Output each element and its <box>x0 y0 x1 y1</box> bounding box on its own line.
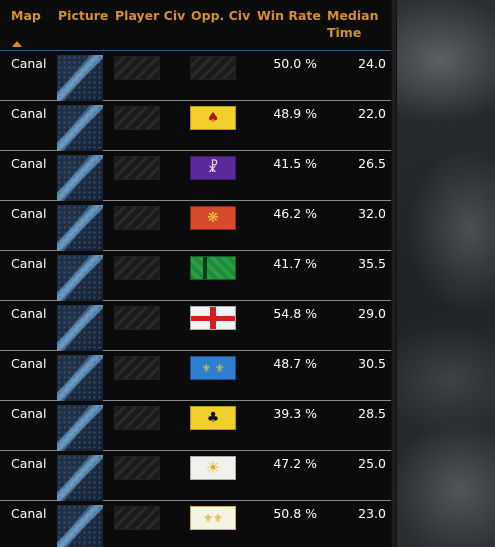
map-name: Canal <box>11 206 47 221</box>
player-civ-flag-blank <box>114 256 160 280</box>
player-civ-flag-blank <box>114 506 160 530</box>
scrollbar-thumb[interactable] <box>392 0 396 547</box>
yellow-double-eagle-flag-icon: ♣ <box>190 406 236 430</box>
map-picture-canal <box>57 455 103 501</box>
column-header-picture[interactable]: Picture <box>58 7 108 24</box>
player-civ-flag-blank <box>114 156 160 180</box>
table-row[interactable]: Canal 41.7 % 35.5 <box>0 251 391 301</box>
player-civ-flag-blank <box>114 356 160 380</box>
table-header: Map Picture Player Civ Opp. Civ Win Rate… <box>0 0 391 51</box>
column-header-opp-civ[interactable]: Opp. Civ <box>191 7 250 24</box>
map-picture-canal <box>57 55 103 101</box>
win-rate-value: 50.0 % <box>273 56 317 71</box>
map-picture-canal <box>57 255 103 301</box>
white-sun-flag-icon: ☀ <box>190 456 236 480</box>
win-rate-value: 47.2 % <box>273 456 317 471</box>
column-header-median-time[interactable]: Median Time <box>327 7 378 41</box>
table-row[interactable]: Canal ♣ 39.3 % 28.5 <box>0 401 391 451</box>
green-striped-flag-icon <box>190 256 236 280</box>
map-picture-canal <box>57 205 103 251</box>
player-civ-flag-blank <box>114 106 160 130</box>
sort-ascending-icon <box>12 41 22 47</box>
median-time-value: 23.0 <box>358 506 386 521</box>
win-rate-value: 39.3 % <box>273 406 317 421</box>
win-rate-value: 48.7 % <box>273 356 317 371</box>
table-row[interactable]: Canal 54.8 % 29.0 <box>0 301 391 351</box>
map-name: Canal <box>11 256 47 271</box>
win-rate-value: 46.2 % <box>273 206 317 221</box>
opp-civ-flag-blank <box>190 56 236 80</box>
win-rate-value: 41.7 % <box>273 256 317 271</box>
table-row[interactable]: Canal ⚜ ⚜ 48.7 % 30.5 <box>0 351 391 401</box>
player-civ-flag-blank <box>114 56 160 80</box>
map-name: Canal <box>11 306 47 321</box>
st-george-cross-flag-icon <box>190 306 236 330</box>
map-name: Canal <box>11 106 47 121</box>
column-header-win-rate[interactable]: Win Rate <box>257 7 321 24</box>
median-time-value: 24.0 <box>358 56 386 71</box>
map-name: Canal <box>11 406 47 421</box>
median-time-value: 26.5 <box>358 156 386 171</box>
map-picture-canal <box>57 155 103 201</box>
win-rate-value: 41.5 % <box>273 156 317 171</box>
stats-table-panel: Map Picture Player Civ Opp. Civ Win Rate… <box>0 0 391 547</box>
player-civ-flag-blank <box>114 206 160 230</box>
map-name: Canal <box>11 356 47 371</box>
map-picture-canal <box>57 355 103 401</box>
player-civ-flag-blank <box>114 306 160 330</box>
map-picture-canal <box>57 105 103 151</box>
player-civ-flag-blank <box>114 456 160 480</box>
median-time-value: 25.0 <box>358 456 386 471</box>
table-row[interactable]: Canal ⚜⚜ 50.8 % 23.0 <box>0 501 391 547</box>
player-civ-flag-blank <box>114 406 160 430</box>
purple-chi-rho-flag-icon: ☧ <box>190 156 236 180</box>
win-rate-value: 48.9 % <box>273 106 317 121</box>
table-row[interactable]: Canal ♠ 48.9 % 22.0 <box>0 101 391 151</box>
map-name: Canal <box>11 56 47 71</box>
win-rate-value: 50.8 % <box>273 506 317 521</box>
red-knot-flag-icon: ❋ <box>190 206 236 230</box>
median-time-value: 22.0 <box>358 106 386 121</box>
white-fleur-de-lis-flag-icon: ⚜⚜ <box>190 506 236 530</box>
map-picture-canal <box>57 405 103 451</box>
map-picture-canal <box>57 505 103 547</box>
table-row[interactable]: Canal ❋ 46.2 % 32.0 <box>0 201 391 251</box>
table-row[interactable]: Canal ☧ 41.5 % 26.5 <box>0 151 391 201</box>
scrollbar[interactable] <box>391 0 397 547</box>
map-name: Canal <box>11 156 47 171</box>
median-time-value: 32.0 <box>358 206 386 221</box>
map-name: Canal <box>11 506 47 521</box>
win-rate-value: 54.8 % <box>273 306 317 321</box>
table-row[interactable]: Canal 50.0 % 24.0 <box>0 51 391 101</box>
median-time-value: 30.5 <box>358 356 386 371</box>
map-name: Canal <box>11 456 47 471</box>
column-header-player-civ[interactable]: Player Civ <box>115 7 185 24</box>
median-time-value: 28.5 <box>358 406 386 421</box>
median-time-value: 29.0 <box>358 306 386 321</box>
map-picture-canal <box>57 305 103 351</box>
table-row[interactable]: Canal ☀ 47.2 % 25.0 <box>0 451 391 501</box>
median-time-value: 35.5 <box>358 256 386 271</box>
blue-fleur-de-lis-flag-icon: ⚜ ⚜ <box>190 356 236 380</box>
column-header-map[interactable]: Map <box>11 7 41 24</box>
yellow-eagle-flag-icon: ♠ <box>190 106 236 130</box>
